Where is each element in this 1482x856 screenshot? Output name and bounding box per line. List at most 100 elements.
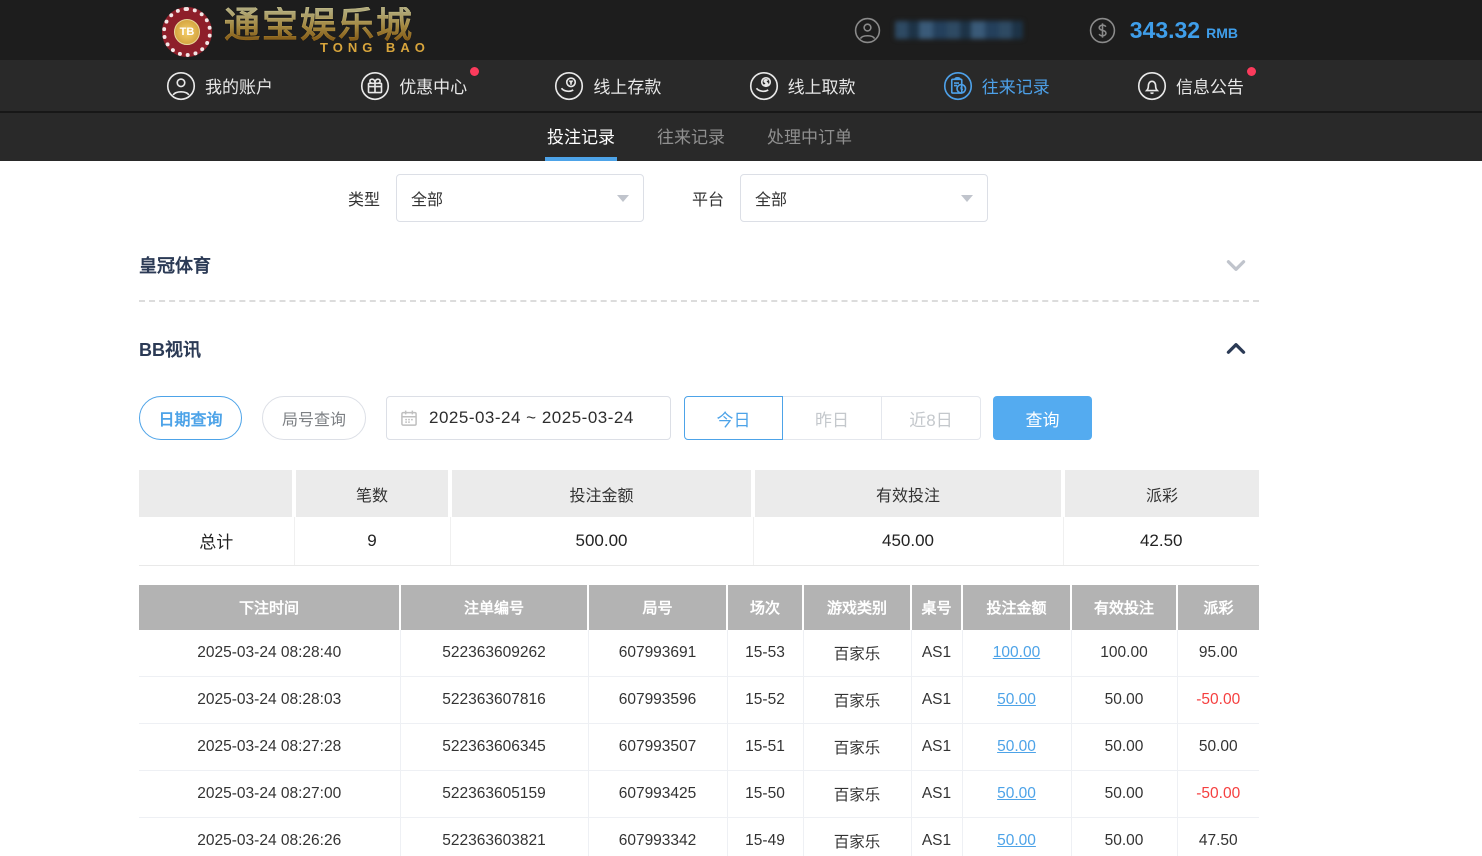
cell-bet-amount: 50.00 (962, 818, 1071, 856)
table-row: 2025-03-24 08:28:03522363607816607993596… (139, 677, 1259, 724)
col-bet-amount: 投注金额 (962, 585, 1071, 630)
chevron-down-icon (961, 195, 973, 202)
col-bet-id: 注单编号 (400, 585, 588, 630)
search-button[interactable]: 查询 (993, 396, 1092, 440)
col-payout: 派彩 (1177, 585, 1259, 630)
table-cell: 50.00 (1071, 771, 1177, 818)
nav-item-transaction-records[interactable]: 往来记录 (943, 71, 1050, 101)
nav-item-withdraw[interactable]: 线上取款 (749, 71, 856, 101)
bet-amount-link[interactable]: 50.00 (997, 785, 1036, 802)
col-session: 场次 (727, 585, 803, 630)
summary-header-bet-amount: 投注金额 (450, 470, 753, 517)
section-bb-live[interactable]: BB视讯 (139, 302, 1259, 368)
nav-item-my-account[interactable]: 我的账户 (166, 71, 273, 101)
cell-bet-amount: 50.00 (962, 677, 1071, 724)
tab-bet-records[interactable]: 投注记录 (545, 113, 617, 161)
site-logo[interactable]: TB 通宝娱乐城 TONG BAO (162, 3, 430, 57)
section-crown-sports[interactable]: 皇冠体育 (139, 222, 1259, 300)
table-cell: 百家乐 (803, 724, 911, 771)
bet-amount-link[interactable]: 100.00 (993, 644, 1040, 661)
chevron-down-icon[interactable] (1223, 252, 1249, 278)
casino-chip-icon: TB (162, 7, 212, 57)
yesterday-button[interactable]: 昨日 (783, 396, 882, 440)
nav-item-announcements[interactable]: 信息公告 (1137, 71, 1244, 101)
platform-label: 平台 (692, 186, 724, 210)
table-cell: 50.00 (1071, 677, 1177, 724)
summary-total-row: 总计 9 500.00 450.00 42.50 (139, 517, 1259, 565)
bet-table-header-row: 下注时间 注单编号 局号 场次 游戏类别 桌号 投注金额 有效投注 派彩 (139, 585, 1259, 630)
gift-icon (360, 71, 390, 101)
type-select[interactable]: 全部 (396, 174, 644, 222)
notification-dot (1247, 67, 1256, 76)
tab-processing-orders[interactable]: 处理中订单 (765, 113, 854, 161)
dollar-circle-icon (1089, 17, 1116, 44)
col-round-id: 局号 (588, 585, 727, 630)
last-8-days-button[interactable]: 近8日 (882, 396, 981, 440)
main-nav: 我的账户 优惠中心 线上存款 线上取款 (0, 60, 1482, 111)
table-cell: 522363605159 (400, 771, 588, 818)
col-table-no: 桌号 (911, 585, 962, 630)
table-cell: AS1 (911, 724, 962, 771)
chevron-down-icon (617, 195, 629, 202)
chevron-up-icon[interactable] (1223, 336, 1249, 362)
table-cell: -50.00 (1177, 771, 1259, 818)
table-cell: 2025-03-24 08:26:26 (139, 818, 400, 856)
table-cell: 15-49 (727, 818, 803, 856)
table-cell: 607993691 (588, 630, 727, 677)
table-cell: AS1 (911, 630, 962, 677)
cell-bet-amount: 50.00 (962, 771, 1071, 818)
top-header: TB 通宝娱乐城 TONG BAO 343.32 RMB (0, 0, 1482, 60)
col-valid-bet: 有效投注 (1071, 585, 1177, 630)
table-cell: 百家乐 (803, 677, 911, 724)
bet-amount-link[interactable]: 50.00 (997, 738, 1036, 755)
table-cell: 607993596 (588, 677, 727, 724)
table-cell: 522363606345 (400, 724, 588, 771)
table-cell: 50.00 (1071, 724, 1177, 771)
table-cell: AS1 (911, 771, 962, 818)
table-cell: 2025-03-24 08:27:28 (139, 724, 400, 771)
nav-item-promotions[interactable]: 优惠中心 (360, 71, 467, 101)
tab-transaction-records[interactable]: 往来记录 (655, 113, 727, 161)
summary-total-label: 总计 (139, 517, 294, 565)
chip-tb-label: TB (174, 19, 200, 45)
calendar-icon (399, 408, 419, 428)
cell-bet-amount: 100.00 (962, 630, 1071, 677)
summary-header-payout: 派彩 (1063, 470, 1259, 517)
today-button[interactable]: 今日 (684, 396, 783, 440)
table-cell: 100.00 (1071, 630, 1177, 677)
nav-item-deposit[interactable]: 线上存款 (554, 71, 661, 101)
table-cell: 2025-03-24 08:27:00 (139, 771, 400, 818)
user-icon (166, 71, 196, 101)
summary-header-row: 笔数 投注金额 有效投注 派彩 (139, 470, 1259, 517)
table-cell: 百家乐 (803, 630, 911, 677)
platform-select[interactable]: 全部 (740, 174, 988, 222)
logo-subtitle: TONG BAO (320, 41, 430, 54)
records-icon (943, 71, 973, 101)
table-cell: 百家乐 (803, 771, 911, 818)
bet-amount-link[interactable]: 50.00 (997, 832, 1036, 849)
table-cell: 607993342 (588, 818, 727, 856)
round-query-button[interactable]: 局号查询 (262, 396, 366, 440)
query-toolbar: 日期查询 局号查询 2025-03-24 ~ 2025-03-24 今日 昨日 … (139, 396, 1259, 440)
table-cell: 522363603821 (400, 818, 588, 856)
sub-nav: 投注记录 往来记录 处理中订单 (0, 111, 1482, 161)
username-blurred[interactable] (895, 21, 1023, 39)
logo-title: 通宝娱乐城 (224, 7, 430, 43)
summary-valid-bet: 450.00 (753, 517, 1063, 565)
summary-header-blank (139, 470, 294, 517)
table-cell: AS1 (911, 677, 962, 724)
table-cell: 95.00 (1177, 630, 1259, 677)
type-label: 类型 (348, 186, 380, 210)
content: 类型 全部 平台 全部 皇冠体育 BB视讯 日期查询 局号查询 (139, 174, 1259, 856)
balance[interactable]: 343.32 RMB (1089, 17, 1238, 44)
bet-records-table: 下注时间 注单编号 局号 场次 游戏类别 桌号 投注金额 有效投注 派彩 202… (139, 585, 1259, 856)
table-cell: 15-52 (727, 677, 803, 724)
summary-header-valid-bet: 有效投注 (753, 470, 1063, 517)
table-cell: 607993425 (588, 771, 727, 818)
bet-amount-link[interactable]: 50.00 (997, 691, 1036, 708)
date-range-input[interactable]: 2025-03-24 ~ 2025-03-24 (386, 396, 671, 440)
table-cell: 15-53 (727, 630, 803, 677)
date-query-button[interactable]: 日期查询 (139, 396, 242, 440)
deposit-icon (554, 71, 584, 101)
table-cell: 50.00 (1071, 818, 1177, 856)
